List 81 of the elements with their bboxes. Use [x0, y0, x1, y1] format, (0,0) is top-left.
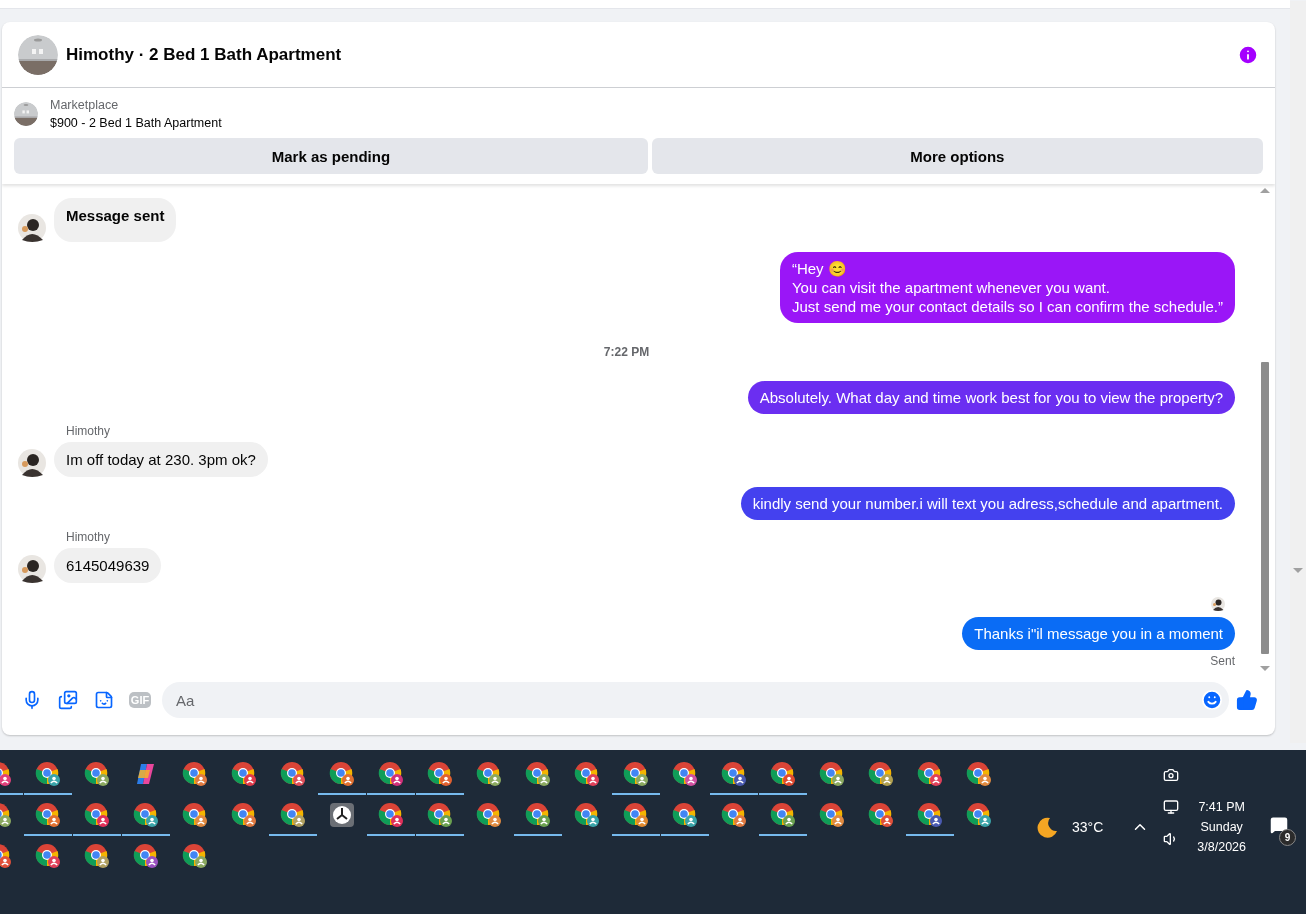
- chrome-icon[interactable]: [672, 801, 698, 828]
- message-bubble: 6145049639: [54, 548, 162, 583]
- sender-name: Himothy: [65, 530, 111, 544]
- chrome-icon[interactable]: [476, 801, 502, 828]
- chrome-icon[interactable]: [917, 801, 943, 828]
- message-bubble: kindly send your number.i will text you adress,schedule and apartment.: [740, 487, 1235, 520]
- chrome-icon[interactable]: [868, 760, 894, 787]
- chrome-icon[interactable]: [84, 842, 110, 869]
- scrollbar-thumb[interactable]: [1261, 362, 1269, 654]
- chrome-icon[interactable]: [966, 760, 992, 787]
- photo-icon[interactable]: [58, 690, 78, 710]
- avatar: [18, 555, 46, 583]
- network-icon[interactable]: [1163, 799, 1180, 815]
- clock-day[interactable]: Sunday: [1200, 820, 1243, 834]
- chrome-icon[interactable]: [819, 801, 845, 828]
- chrome-icon[interactable]: [819, 760, 845, 787]
- clock-time[interactable]: 7:41 PM: [1198, 800, 1245, 814]
- listing-source: Marketplace: [50, 97, 120, 114]
- avatar: [1211, 597, 1225, 611]
- message-bubble: Thanks i"il message you in a moment: [962, 617, 1235, 650]
- action-button[interactable]: Mark as pending: [14, 138, 648, 174]
- chrome-icon[interactable]: [917, 760, 943, 787]
- clock-icon[interactable]: [329, 801, 355, 828]
- chrome-icon[interactable]: [280, 760, 306, 787]
- emoji-icon[interactable]: [1201, 689, 1223, 711]
- chrome-icon[interactable]: [966, 801, 992, 828]
- info-icon[interactable]: [1237, 43, 1259, 66]
- chrome-icon[interactable]: [35, 842, 61, 869]
- chrome-icon[interactable]: [427, 760, 453, 787]
- avatar: [18, 449, 46, 477]
- message-bubble: “Hey 😊 You can visit the apartment whenever you want. Just send me your contact details so I can confirm the schedule.”: [779, 252, 1235, 323]
- moon-icon[interactable]: [1036, 816, 1059, 838]
- chrome-icon[interactable]: [574, 801, 600, 828]
- thumbs-up-icon[interactable]: [1236, 689, 1258, 711]
- chrome-icon[interactable]: [721, 801, 747, 828]
- chrome-icon[interactable]: [133, 842, 159, 869]
- chrome-icon[interactable]: [721, 760, 747, 787]
- chrome-icon[interactable]: [427, 801, 453, 828]
- chrome-icon[interactable]: [378, 760, 404, 787]
- chrome-icon[interactable]: [231, 760, 257, 787]
- listing-summary: $900 - 2 Bed 1 Bath Apartment: [50, 115, 222, 132]
- chrome-icon[interactable]: [329, 760, 355, 787]
- chrome-icon[interactable]: [84, 801, 110, 828]
- chrome-icon[interactable]: [182, 760, 208, 787]
- microphone-icon[interactable]: [22, 690, 42, 710]
- chrome-icon[interactable]: [35, 801, 61, 828]
- chrome-icon[interactable]: [84, 760, 110, 787]
- chrome-icon[interactable]: [623, 760, 649, 787]
- action-button[interactable]: More options: [651, 138, 1263, 174]
- timestamp: 7:22 PM: [603, 344, 650, 361]
- chrome-icon[interactable]: [133, 801, 159, 828]
- sticker-icon[interactable]: [94, 690, 114, 710]
- message-input[interactable]: Aa: [174, 690, 1201, 710]
- notification-icon[interactable]: [1270, 816, 1288, 834]
- conversation-title: Himothy · 2 Bed 1 Bath Apartment: [66, 44, 343, 65]
- chrome-icon[interactable]: [672, 760, 698, 787]
- chrome-icon[interactable]: [868, 801, 894, 828]
- message-bubble: Absolutely. What day and time work best for you to view the property?: [747, 381, 1235, 414]
- weather-temperature[interactable]: 33°C: [1072, 819, 1104, 835]
- chrome-icon[interactable]: [574, 760, 600, 787]
- avatar: [18, 214, 46, 242]
- message-bubble: Im off today at 230. 3pm ok?: [54, 442, 268, 477]
- chrome-icon[interactable]: [770, 801, 796, 828]
- clock-date[interactable]: 3/8/2026: [1197, 840, 1246, 854]
- message-bubble: Message sent: [54, 198, 177, 242]
- camera-icon[interactable]: [1163, 767, 1180, 783]
- chrome-icon[interactable]: [35, 760, 61, 787]
- sender-name: Himothy: [65, 424, 111, 438]
- chrome-icon[interactable]: [525, 760, 551, 787]
- chrome-icon[interactable]: [623, 801, 649, 828]
- chrome-icon[interactable]: [182, 842, 208, 869]
- notification-count: 9: [1279, 829, 1296, 846]
- chrome-icon[interactable]: [280, 801, 306, 828]
- chrome-icon[interactable]: [770, 760, 796, 787]
- chrome-icon[interactable]: [378, 801, 404, 828]
- chrome-icon[interactable]: [182, 801, 208, 828]
- message-field[interactable]: Aa: [162, 682, 1229, 718]
- chrome-icon[interactable]: [231, 801, 257, 828]
- message-status: Sent: [1210, 654, 1235, 668]
- chrome-icon[interactable]: [525, 801, 551, 828]
- chrome-icon[interactable]: [476, 760, 502, 787]
